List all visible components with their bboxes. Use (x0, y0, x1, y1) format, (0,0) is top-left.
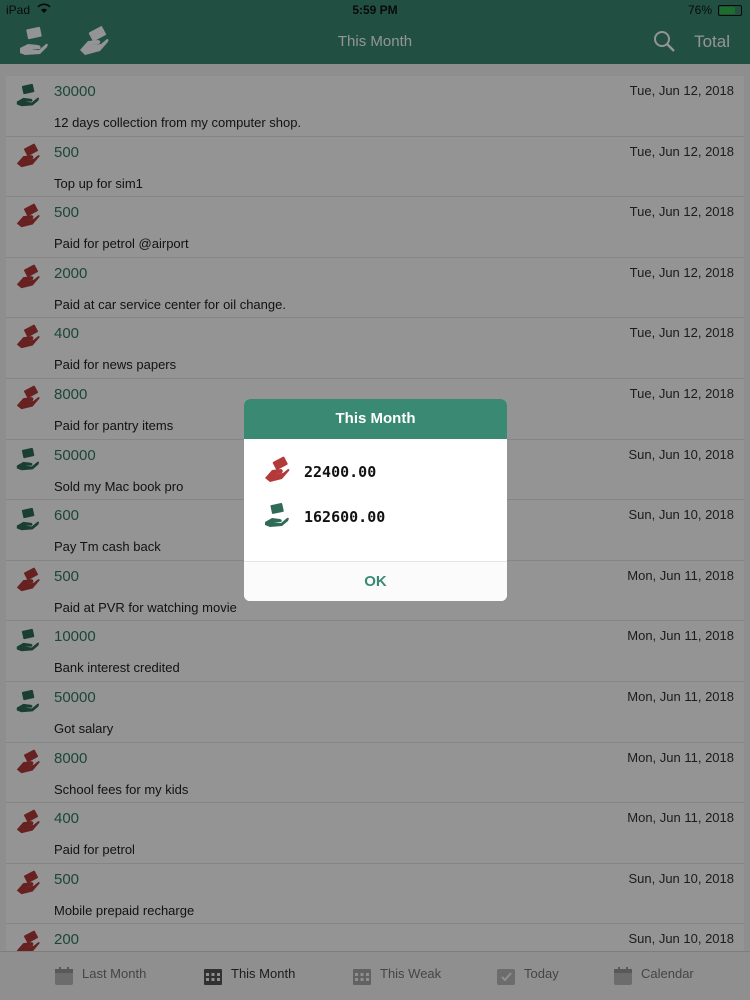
expense-total-row: 22400.00 (244, 448, 507, 493)
totals-dialog: This Month 22400.00 162600.00 OK (244, 399, 507, 601)
income-total-value: 162600.00 (304, 508, 386, 526)
ok-button[interactable]: OK (244, 561, 507, 601)
income-total-row: 162600.00 (244, 493, 507, 538)
income-icon (265, 503, 289, 527)
expense-total-value: 22400.00 (304, 463, 377, 481)
expense-icon (265, 456, 290, 482)
dialog-title: This Month (244, 399, 507, 439)
